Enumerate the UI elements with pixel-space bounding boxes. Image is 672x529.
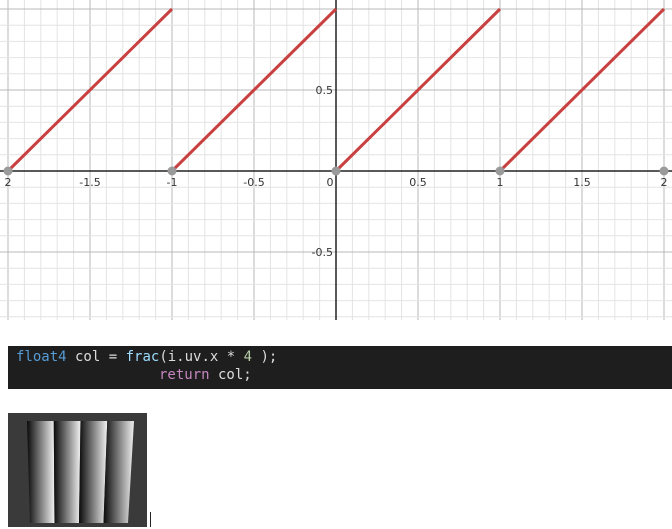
shader-preview	[8, 413, 147, 527]
code-decl-token: col =	[66, 349, 126, 365]
shader-preview-image	[27, 421, 134, 523]
discontinuity-point	[3, 166, 13, 176]
code-args-token: (i.uv.x *	[159, 349, 244, 365]
x-tick-label: -1	[167, 176, 178, 189]
gradient-stripe	[79, 421, 108, 523]
gradient-stripe	[103, 421, 134, 523]
discontinuity-point	[495, 166, 505, 176]
code-number-token: 4	[243, 349, 253, 365]
code-tail-token: );	[252, 349, 278, 365]
x-tick-label: 1.5	[573, 176, 591, 189]
text-cursor	[150, 512, 151, 527]
frac-function-graph: 2 -1.5 -1 -0.5 0 0.5 1 1.5 2 0.5 -0.5	[0, 0, 672, 320]
discontinuity-point	[167, 166, 177, 176]
y-tick-label: 0.5	[316, 84, 334, 97]
x-tick-label: 0	[327, 176, 334, 189]
code-line-2: return col;	[159, 367, 252, 384]
x-tick-label: 2	[661, 176, 668, 189]
code-block: float4 col = frac(i.uv.x * 4 ); return c…	[8, 346, 672, 389]
discontinuity-point	[331, 166, 341, 176]
code-keyword-token: return	[159, 367, 210, 383]
x-tick-label: -1.5	[79, 176, 100, 189]
x-tick-label: 2	[5, 176, 12, 189]
y-tick-label: -0.5	[312, 246, 333, 259]
code-return-value-token: col;	[209, 367, 252, 383]
x-tick-label: -0.5	[243, 176, 264, 189]
code-line-1: float4 col = frac(i.uv.x * 4 );	[16, 349, 277, 366]
x-tick-label: 1	[497, 176, 504, 189]
code-func-token: frac	[125, 349, 160, 365]
gradient-stripe	[53, 421, 81, 523]
gradient-stripe	[27, 421, 55, 523]
discontinuity-point	[659, 166, 669, 176]
x-tick-label: 0.5	[409, 176, 427, 189]
code-type-token: float4	[16, 349, 67, 365]
